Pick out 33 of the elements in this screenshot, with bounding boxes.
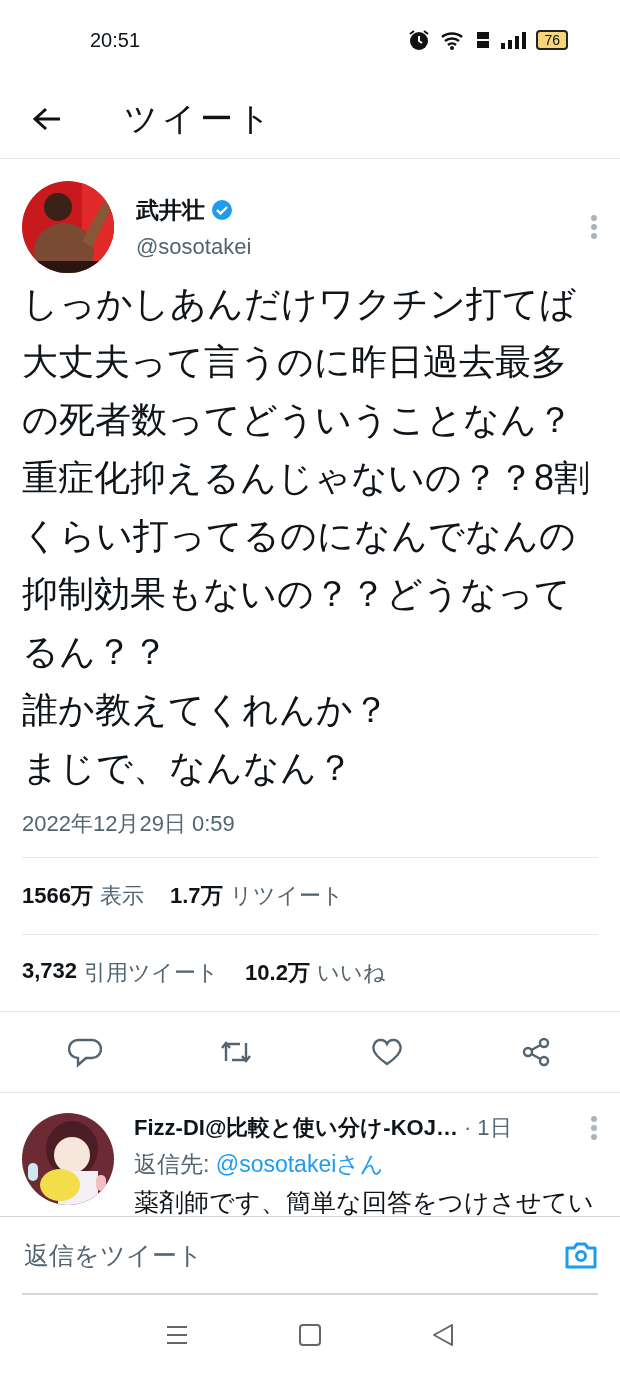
menu-icon[interactable] bbox=[164, 1324, 189, 1346]
tweet-timestamp: 2022年12月29日 0:59 bbox=[22, 810, 236, 838]
heart-icon[interactable] bbox=[370, 1037, 404, 1067]
battery-indicator: 76 bbox=[536, 30, 568, 50]
reply-author-name: Fizz-DI@比較と使い分け-KOJ… bbox=[134, 1114, 458, 1142]
stat-label: リツイート bbox=[229, 882, 344, 910]
tweet-text: まじで、なんなん？ bbox=[22, 746, 354, 790]
stat-count: 10.2万 bbox=[245, 959, 310, 987]
stat-count: 3,732 bbox=[22, 958, 78, 985]
share-icon[interactable] bbox=[520, 1036, 552, 1068]
signal-icon bbox=[500, 31, 527, 49]
stat-count: 1566万 bbox=[22, 882, 93, 910]
reply-bubble-icon[interactable] bbox=[68, 1036, 102, 1068]
reply-time: · 1日 bbox=[463, 1114, 513, 1142]
stat-label: 引用ツイート bbox=[84, 959, 220, 987]
reply-text: 薬剤師です、簡単な回答をつけさせてい bbox=[134, 1187, 595, 1216]
author-handle: @sosotakei bbox=[136, 233, 253, 260]
home-square-icon[interactable] bbox=[298, 1323, 322, 1347]
alarm-icon bbox=[408, 29, 431, 51]
mention-link[interactable]: @sosotakeiさん bbox=[215, 1151, 385, 1177]
reply-input-field[interactable]: 返信をツイート bbox=[22, 1239, 564, 1271]
clock-time: 20:51 bbox=[90, 28, 142, 52]
back-triangle-icon[interactable] bbox=[431, 1323, 456, 1347]
stat-count: 1.7万 bbox=[169, 882, 223, 910]
page-title: ツイート bbox=[124, 98, 275, 139]
tweet-text: しっかしあんだけワクチン打てば大丈夫って言うのに昨日過去最多の死者数ってどういうことなん？重症化抑えるんじゃないの？？8割くらい打ってるのになんでなんの抑制効果もないの？？どうなってるん？？ bbox=[22, 282, 592, 674]
back-arrow-icon[interactable] bbox=[32, 106, 62, 132]
tweet-text: 誰か教えてくれんか？ bbox=[22, 688, 390, 732]
author-name: 武井壮 bbox=[136, 195, 205, 225]
camera-icon[interactable] bbox=[564, 1240, 598, 1270]
stat-label: 表示 bbox=[99, 882, 144, 910]
stat-label: いいね bbox=[316, 959, 386, 987]
reply-to-line: 返信先: @sosotakeiさん bbox=[134, 1150, 386, 1179]
